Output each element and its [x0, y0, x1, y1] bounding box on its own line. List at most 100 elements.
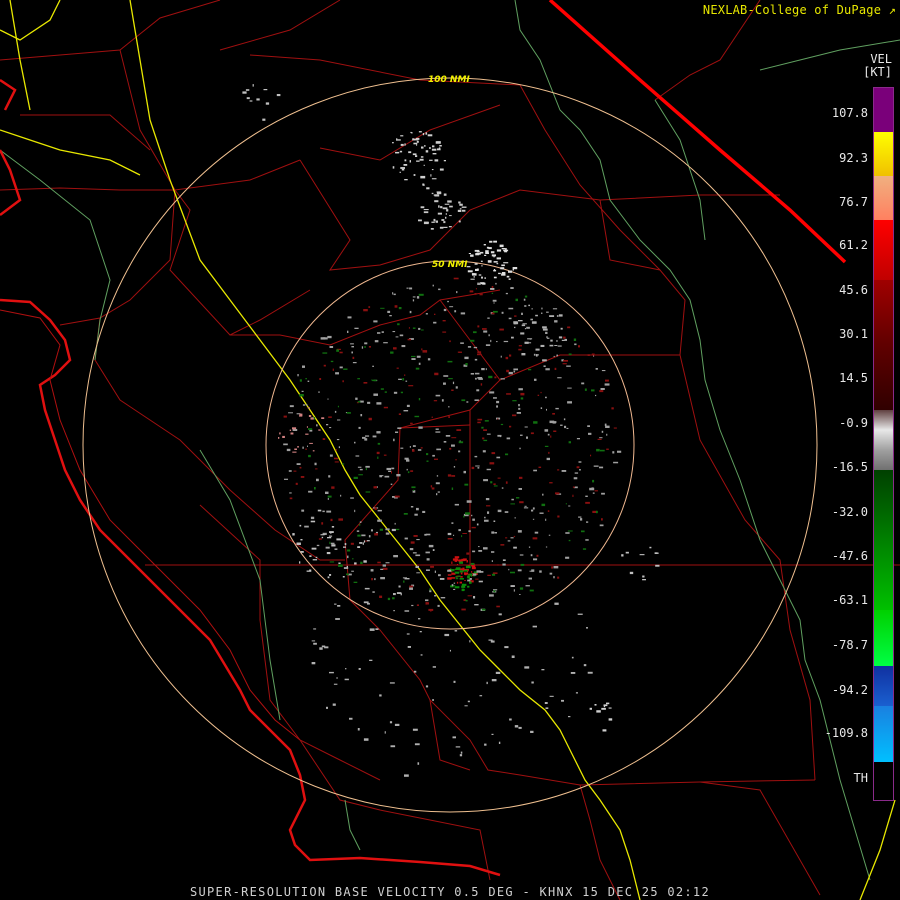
radar-echo — [358, 474, 363, 476]
radar-echo — [649, 546, 652, 549]
radar-echo — [409, 310, 412, 314]
radar-echo — [617, 450, 622, 453]
legend-title: VEL [KT] — [863, 53, 892, 79]
radar-echo — [383, 342, 388, 344]
radar-echo — [412, 327, 416, 329]
radar-echo — [400, 167, 405, 169]
radar-echo — [510, 585, 515, 587]
radar-echo — [370, 569, 374, 572]
radar-echo — [408, 151, 412, 154]
radar-echo — [350, 542, 354, 545]
radar-echo — [440, 206, 443, 209]
radar-echo — [331, 544, 336, 547]
radar-echo — [394, 495, 400, 498]
radar-echo — [417, 449, 422, 451]
radar-echo — [356, 530, 360, 532]
colorbar-segment-yellow — [874, 132, 893, 176]
radar-echo — [279, 432, 281, 435]
radar-echo — [315, 468, 318, 470]
radar-echo — [448, 378, 453, 380]
radar-echo — [518, 726, 522, 729]
radar-echo — [374, 578, 376, 581]
radar-echo — [581, 382, 585, 385]
radar-echo — [585, 495, 588, 497]
radar-echo — [578, 461, 582, 463]
radar-echo — [520, 392, 525, 396]
radar-echo — [478, 580, 483, 583]
radar-echo — [496, 456, 501, 459]
radar-echo — [363, 382, 368, 384]
radar-echo — [580, 518, 583, 521]
colorbar-tick-label: 45.6 — [839, 283, 868, 297]
radar-echo — [498, 613, 502, 616]
radar-echo — [368, 306, 371, 308]
radar-echo — [601, 492, 605, 495]
radar-echo — [397, 427, 402, 429]
radar-echo — [455, 567, 461, 570]
radar-echo — [393, 391, 398, 394]
radar-echo — [400, 391, 403, 394]
radar-echo — [514, 725, 519, 728]
radar-echo — [466, 560, 468, 562]
radar-echo — [372, 365, 374, 367]
radar-echo — [470, 254, 474, 257]
radar-echo — [305, 378, 307, 380]
radar-echo — [489, 240, 493, 243]
radar-echo — [542, 359, 547, 362]
external-link-icon[interactable]: ↗ — [889, 3, 896, 17]
radar-echo — [403, 410, 409, 412]
radar-echo — [500, 423, 504, 426]
radar-echo — [526, 326, 530, 329]
radar-echo — [535, 314, 538, 317]
radar-echo — [434, 313, 436, 315]
radar-echo — [308, 454, 311, 458]
radar-echo — [518, 348, 522, 351]
radar-echo — [592, 492, 595, 494]
radar-echo — [366, 540, 370, 542]
radar-echo — [490, 288, 495, 290]
radar-echo — [586, 627, 588, 629]
radar-echo — [587, 671, 593, 674]
radar-echo — [397, 323, 400, 326]
radar-echo — [546, 337, 550, 339]
radar-echo — [467, 346, 472, 348]
radar-echo — [585, 539, 589, 541]
radar-echo — [364, 346, 366, 348]
radar-echo — [425, 313, 428, 315]
radar-echo — [307, 445, 308, 447]
radar-echo — [532, 537, 538, 540]
radar-echo — [484, 516, 486, 519]
radar-echo — [342, 463, 345, 465]
radar-echo — [350, 497, 354, 499]
radar-echo — [549, 344, 554, 347]
radar-echo — [344, 678, 349, 681]
radar-echo — [328, 475, 331, 478]
radar-echo — [599, 466, 604, 469]
radar-echo — [458, 220, 461, 223]
radar-echo — [597, 438, 602, 440]
radar-echo — [310, 520, 316, 523]
radar-echo — [470, 562, 475, 565]
radar-echo — [413, 174, 416, 176]
radar-echo — [416, 296, 420, 299]
radar-echo — [549, 315, 555, 317]
radar-echo — [508, 278, 511, 280]
radar-echo — [493, 485, 498, 487]
radar-echo — [511, 655, 515, 658]
radar-echo — [461, 585, 466, 588]
radar-echo — [448, 416, 450, 418]
radar-echo — [396, 592, 402, 594]
radar-echo — [474, 293, 477, 295]
radar-echo — [510, 503, 515, 505]
radar-echo — [560, 424, 563, 426]
radar-echo — [453, 588, 456, 590]
radar-echo — [416, 355, 421, 358]
radar-echo — [426, 460, 429, 462]
radar-echo — [423, 209, 429, 211]
radar-echo — [418, 327, 421, 330]
radar-echo — [532, 625, 537, 628]
radar-echo — [384, 391, 387, 393]
radar-echo — [336, 349, 339, 352]
radar-echo — [475, 288, 477, 290]
radar-echo — [352, 362, 357, 364]
